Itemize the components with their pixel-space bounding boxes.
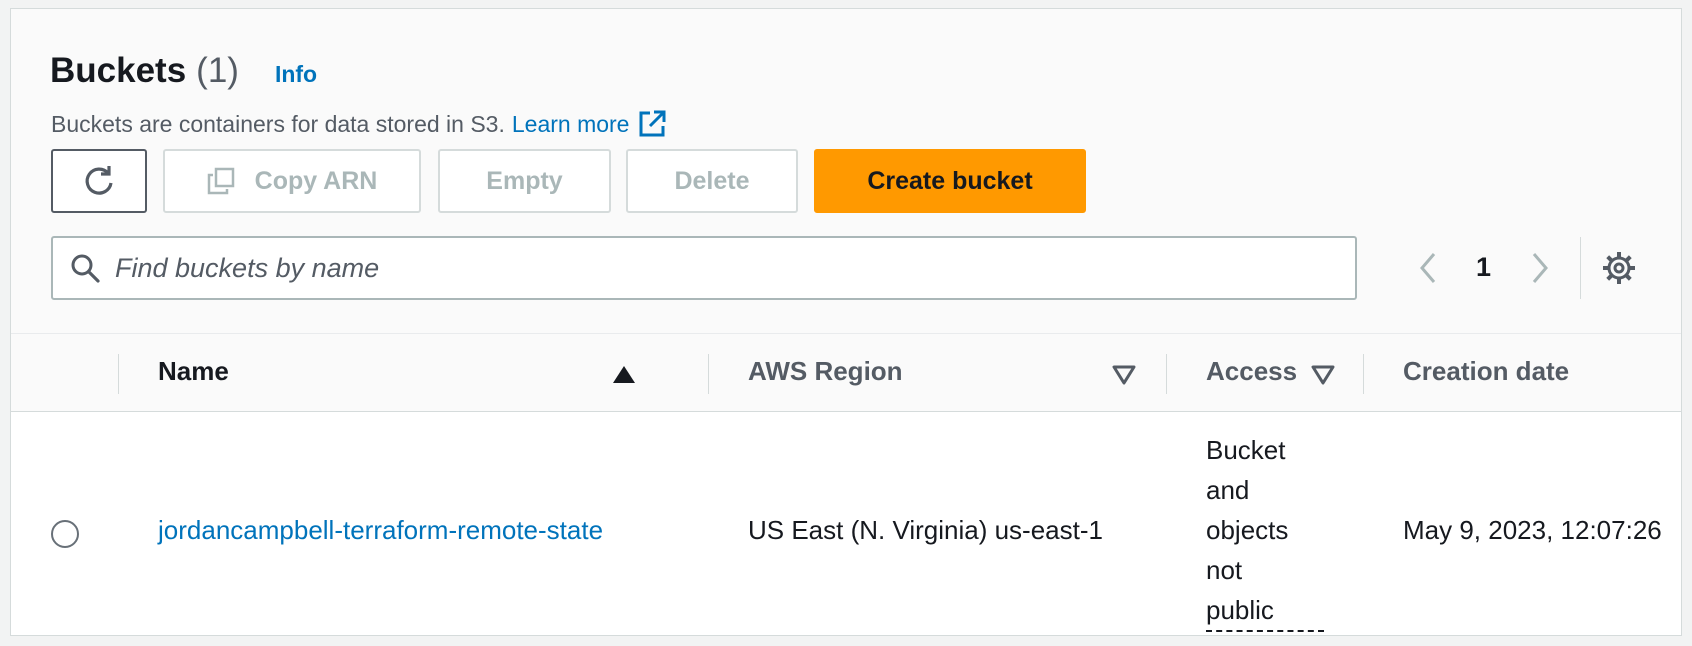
empty-label: Empty — [486, 166, 563, 195]
learn-more-link[interactable]: Learn more — [512, 111, 630, 138]
delete-button[interactable]: Delete — [626, 149, 798, 213]
info-link[interactable]: Info — [275, 61, 317, 88]
search-box[interactable] — [51, 236, 1357, 300]
next-page-icon[interactable] — [1522, 248, 1558, 288]
column-separator — [1166, 354, 1167, 394]
previous-page-icon[interactable] — [1410, 248, 1446, 288]
create-bucket-button[interactable]: Create bucket — [814, 149, 1086, 213]
bucket-creation-date: May 9, 2023, 12:07:26 — [1403, 515, 1662, 545]
refresh-button[interactable] — [51, 149, 147, 213]
access-text-line: public — [1206, 590, 1324, 632]
panel-header: Buckets (1) Info Buckets are containers … — [11, 9, 1681, 334]
copy-arn-label: Copy ARN — [254, 166, 378, 195]
table-row[interactable]: jordancampbell-terraform-remote-state US… — [11, 413, 1681, 635]
column-header-region[interactable]: AWS Region — [748, 356, 903, 387]
buckets-panel: Buckets (1) Info Buckets are containers … — [10, 8, 1682, 636]
row-select-radio[interactable] — [51, 520, 79, 548]
bucket-count: (1) — [196, 51, 239, 90]
bucket-region: US East (N. Virginia) us-east-1 — [748, 515, 1103, 545]
page-number[interactable]: 1 — [1476, 252, 1491, 283]
access-text-line: objects — [1206, 515, 1289, 545]
sort-ascending-icon[interactable] — [611, 362, 637, 388]
search-input[interactable] — [115, 252, 1315, 284]
copy-icon — [207, 167, 234, 195]
pager-divider — [1580, 237, 1581, 299]
column-header-name[interactable]: Name — [158, 356, 229, 387]
search-icon — [71, 254, 100, 283]
title-row: Buckets (1) Info — [50, 51, 317, 91]
access-text-line: Bucket — [1206, 435, 1286, 465]
external-link-icon[interactable] — [637, 109, 667, 139]
create-bucket-label: Create bucket — [867, 166, 1033, 195]
sort-icon[interactable] — [1111, 362, 1137, 388]
column-header-creation-date[interactable]: Creation date — [1403, 356, 1569, 387]
gear-icon[interactable] — [1601, 250, 1637, 286]
access-text-line: and — [1206, 475, 1250, 505]
column-header-access[interactable]: Access — [1206, 356, 1297, 387]
column-separator — [1363, 354, 1364, 394]
bucket-access[interactable]: Bucket and objects not public — [1206, 430, 1336, 632]
description-text: Buckets are containers for data stored i… — [51, 110, 505, 137]
description: Buckets are containers for data stored i… — [51, 109, 667, 139]
page-title: Buckets — [50, 51, 187, 90]
refresh-icon — [85, 166, 113, 195]
column-separator — [118, 354, 119, 394]
column-separator — [708, 354, 709, 394]
copy-arn-button[interactable]: Copy ARN — [163, 149, 421, 213]
access-text-line: not — [1206, 555, 1243, 585]
delete-label: Delete — [674, 166, 750, 195]
sort-icon[interactable] — [1310, 362, 1336, 388]
table-header: Name AWS Region Access Creation date — [11, 334, 1681, 412]
bucket-name-link[interactable]: jordancampbell-terraform-remote-state — [158, 515, 603, 546]
empty-button[interactable]: Empty — [438, 149, 611, 213]
